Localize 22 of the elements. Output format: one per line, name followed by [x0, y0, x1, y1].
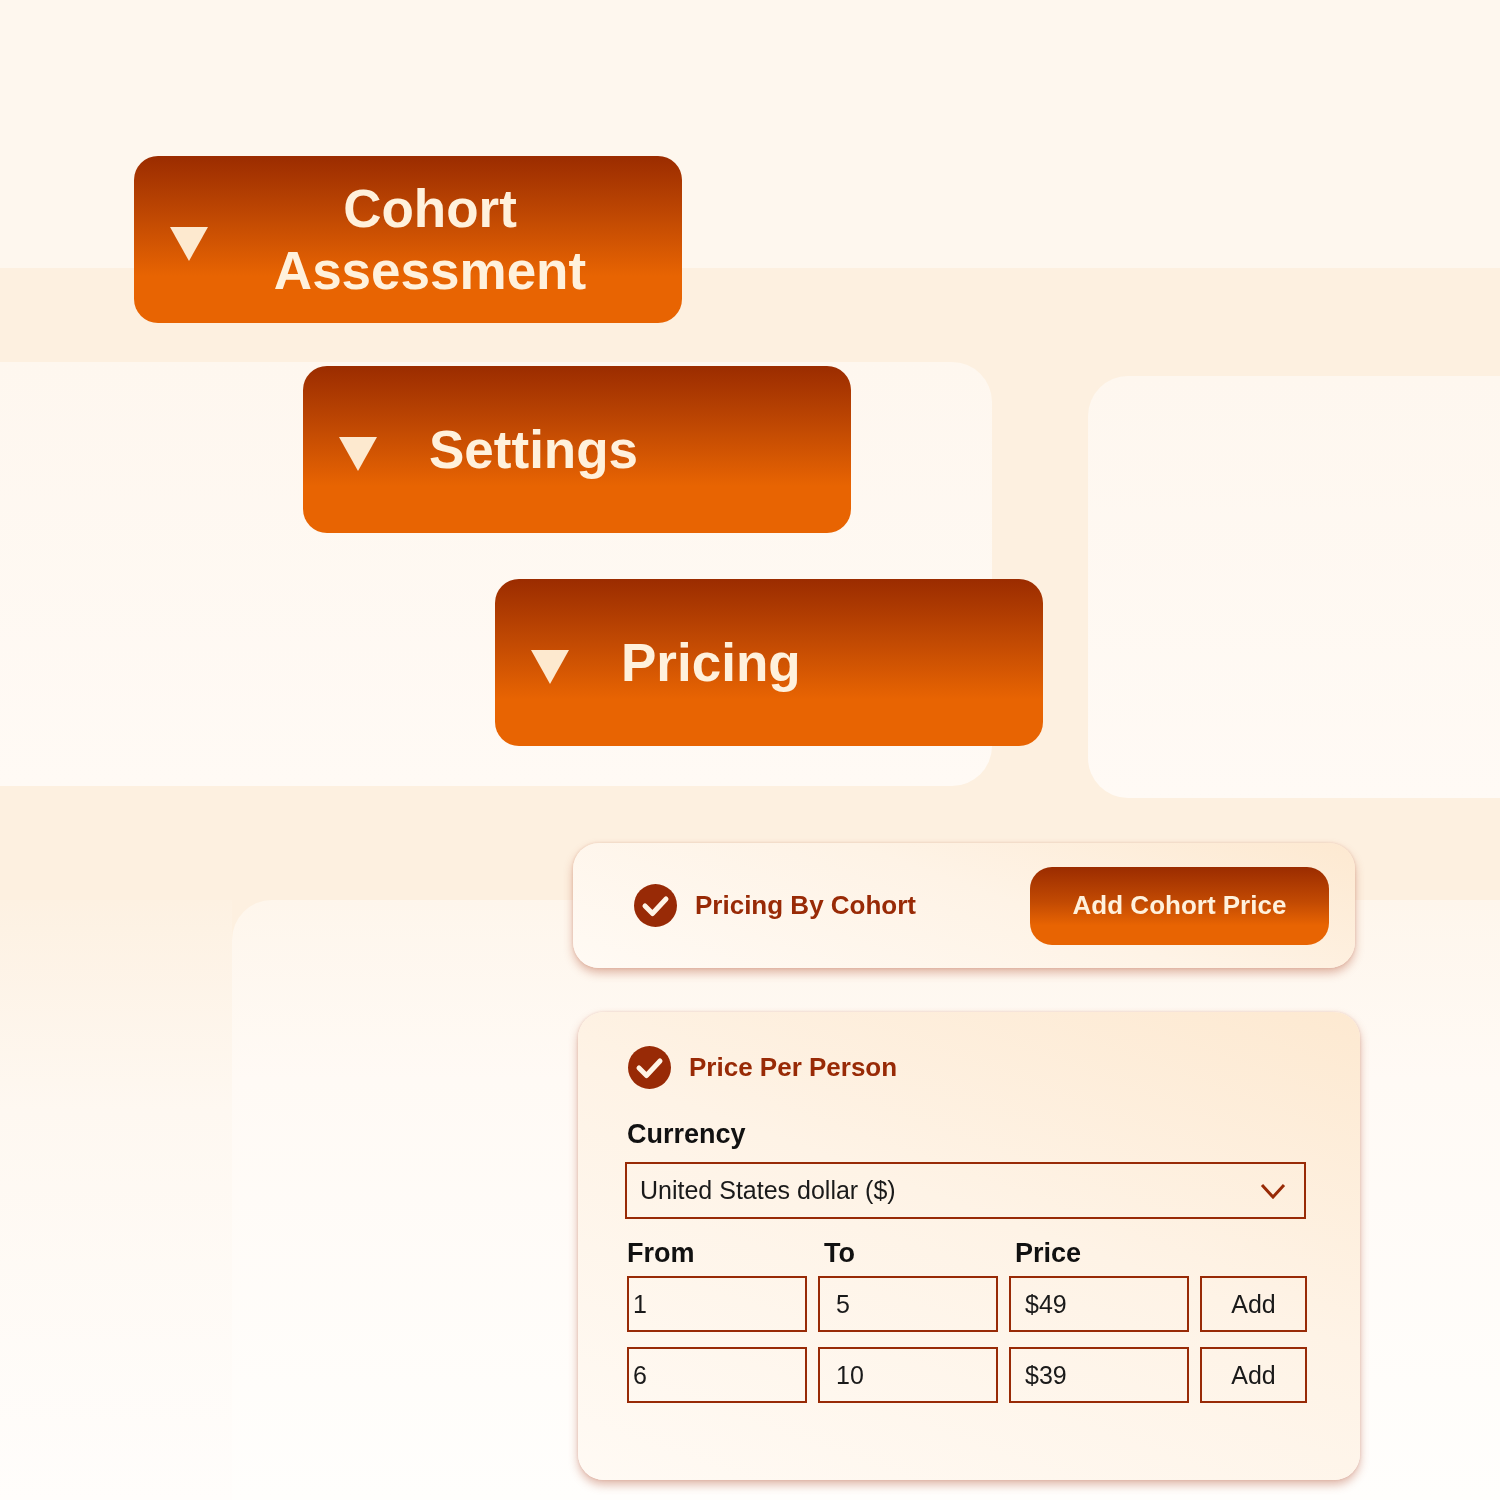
input-field[interactable]: 10	[818, 1347, 998, 1403]
input-field[interactable]: $39	[1009, 1347, 1189, 1403]
section-header[interactable]: Pricing	[495, 579, 1043, 746]
section-header[interactable]: Settings	[303, 366, 851, 533]
add-cohort-price-button[interactable]: Add Cohort Price	[1030, 866, 1329, 945]
option-label: Pricing By Cohort	[695, 890, 916, 921]
add-button[interactable]: Add	[1200, 1276, 1307, 1332]
input-field[interactable]: 1	[627, 1276, 807, 1332]
currency-select[interactable]: United States dollar ($)	[625, 1162, 1306, 1219]
column-header: To	[823, 1238, 855, 1268]
check-circle-icon[interactable]	[634, 884, 677, 927]
section-header[interactable]: Cohort Assessment	[134, 156, 682, 323]
check-circle-icon[interactable]	[628, 1046, 671, 1089]
column-header: From	[627, 1238, 695, 1268]
input-field[interactable]: $49	[1009, 1276, 1189, 1332]
chevron-down-icon	[1260, 1182, 1286, 1199]
field-label: Currency	[627, 1119, 746, 1149]
input-field[interactable]: 5	[818, 1276, 998, 1332]
add-button[interactable]: Add	[1200, 1347, 1307, 1403]
input-field[interactable]: 6	[627, 1347, 807, 1403]
column-header: Price	[1014, 1238, 1082, 1268]
option-label: Price Per Person	[689, 1052, 898, 1083]
